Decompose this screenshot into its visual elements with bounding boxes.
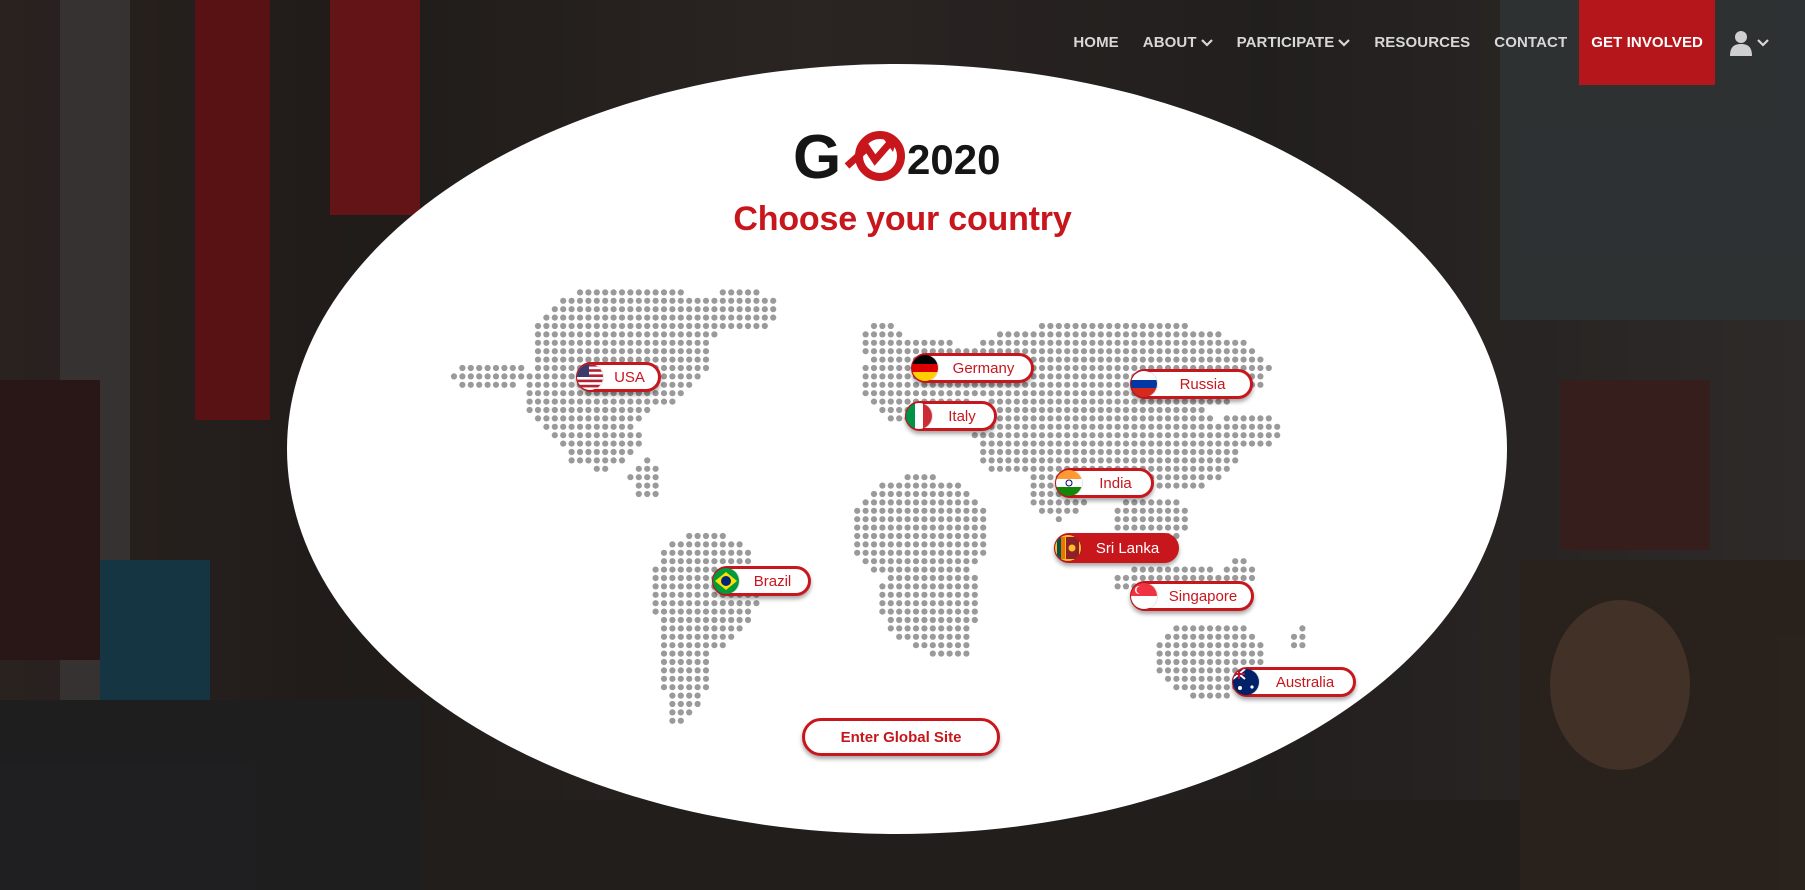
country-usa[interactable]: USA [576, 362, 661, 392]
go2020-logo[interactable]: G 2020 [793, 123, 1013, 192]
country-label: Singapore [1168, 587, 1238, 605]
nav-home-label: HOME [1073, 34, 1119, 51]
germany-flag-icon [912, 355, 938, 381]
main-nav: HOME ABOUT PARTICIPATE RESOURCES CONTACT… [1061, 0, 1805, 85]
logo-letter: G [793, 126, 841, 186]
usa-flag-icon [577, 364, 603, 390]
country-label: Germany [952, 359, 1015, 377]
nav-participate[interactable]: PARTICIPATE [1225, 0, 1363, 85]
russia-flag-icon [1131, 371, 1157, 397]
italy-flag-icon [906, 403, 932, 429]
nav-contact-label: CONTACT [1494, 34, 1568, 51]
get-involved-label: GET INVOLVED [1591, 34, 1703, 51]
chevron-down-icon [1757, 38, 1769, 47]
country-label: Brazil [753, 572, 792, 590]
user-icon [1729, 30, 1753, 56]
nav-resources-label: RESOURCES [1374, 34, 1471, 51]
singapore-flag-icon [1131, 583, 1157, 609]
nav-about-label: ABOUT [1142, 34, 1197, 51]
country-singapore[interactable]: Singapore [1130, 581, 1254, 611]
nav-about[interactable]: ABOUT [1131, 0, 1225, 85]
brazil-flag-icon [713, 568, 739, 594]
country-germany[interactable]: Germany [911, 353, 1034, 383]
chevron-down-icon [1200, 36, 1213, 50]
nav-participate-label: PARTICIPATE [1236, 34, 1335, 51]
logo-ring-icon [844, 131, 905, 181]
country-label: Australia [1275, 673, 1335, 691]
country-sri-lanka[interactable]: Sri Lanka [1054, 533, 1179, 563]
country-australia[interactable]: Australia [1232, 667, 1356, 697]
sri-lanka-flag-icon [1055, 535, 1081, 561]
nav-resources[interactable]: RESOURCES [1362, 0, 1482, 85]
country-india[interactable]: India [1055, 468, 1154, 498]
get-involved-button[interactable]: GET INVOLVED [1579, 0, 1715, 85]
country-italy[interactable]: Italy [905, 401, 997, 431]
australia-flag-icon [1233, 669, 1259, 695]
nav-contact[interactable]: CONTACT [1482, 0, 1579, 85]
user-menu[interactable] [1715, 0, 1805, 85]
country-brazil[interactable]: Brazil [712, 566, 811, 596]
country-label: Russia [1179, 375, 1226, 393]
india-flag-icon [1056, 470, 1082, 496]
logo-year: 2020 [907, 136, 1000, 183]
world-map [450, 289, 1306, 724]
country-label: USA [614, 368, 645, 386]
country-label: Sri Lanka [1095, 539, 1160, 557]
country-russia[interactable]: Russia [1130, 369, 1253, 399]
country-label: Italy [948, 407, 976, 425]
country-label: India [1099, 474, 1132, 492]
page-title: Choose your country [733, 200, 1072, 238]
nav-home[interactable]: HOME [1061, 0, 1130, 85]
enter-global-site-button[interactable]: Enter Global Site [802, 718, 1000, 756]
chevron-down-icon [1338, 36, 1351, 50]
